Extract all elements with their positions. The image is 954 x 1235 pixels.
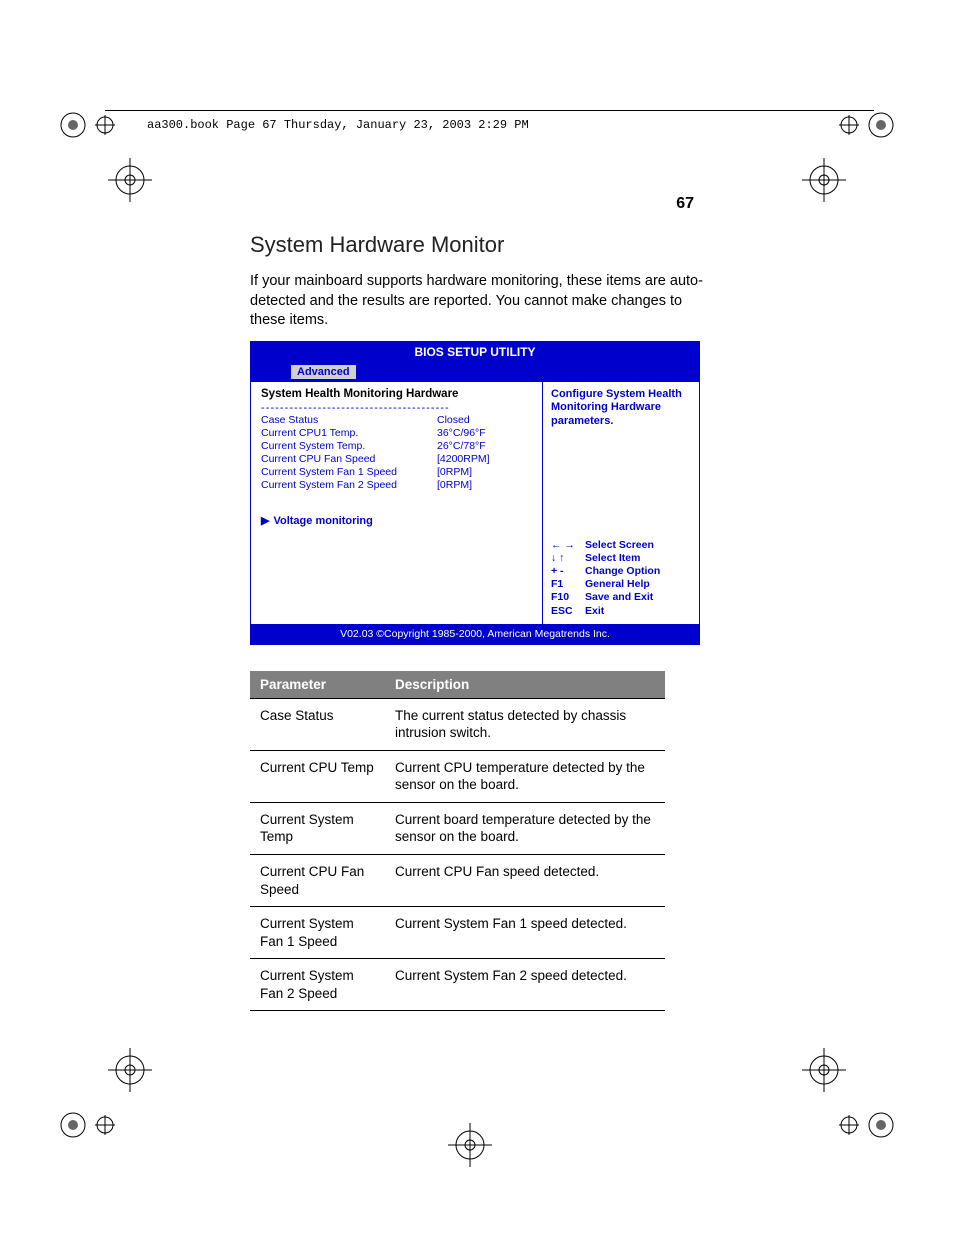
bios-screenshot: BIOS SETUP UTILITY Advanced System Healt… [250,341,700,645]
nav-action: Change Option [585,565,660,578]
page-number: 67 [676,195,694,213]
table-row: Case StatusThe current status detected b… [250,698,665,750]
hw-row: Case StatusClosed [261,414,532,427]
nav-action: General Help [585,578,650,591]
param-cell: Current System Fan 1 Speed [250,907,385,959]
crop-mark-icon [839,1095,899,1155]
register-mark-icon [100,1040,160,1100]
register-mark-icon [794,1040,854,1100]
param-cell: Current System Fan 2 Speed [250,959,385,1011]
register-mark-icon [794,150,854,210]
nav-key: ↓ ↑ [551,552,585,565]
bios-left-panel: System Health Monitoring Hardware - - - … [251,382,543,624]
bios-right-panel: Configure System Health Monitoring Hardw… [543,382,699,624]
param-cell: Case Status [250,698,385,750]
register-mark-icon [100,150,160,210]
nav-action: Select Item [585,552,640,565]
crop-mark-icon [55,1095,115,1155]
nav-key: ESC [551,605,585,618]
nav-action: Save and Exit [585,591,653,604]
hw-label: Current System Fan 2 Speed [261,479,437,492]
hw-value: [0RPM] [437,479,532,492]
desc-cell: Current CPU Fan speed detected. [385,854,665,906]
desc-cell: Current System Fan 1 speed detected. [385,907,665,959]
hw-value: [4200RPM] [437,453,532,466]
hw-value: [0RPM] [437,466,532,479]
hw-row: Current CPU1 Temp.36°C/96°F [261,427,532,440]
bios-panel-title: System Health Monitoring Hardware [261,388,532,400]
parameter-table: Parameter Description Case StatusThe cur… [250,671,665,1012]
table-row: Current System Fan 2 SpeedCurrent System… [250,959,665,1011]
nav-key: ← → [551,539,585,552]
bios-nav-keys: ← →Select Screen ↓ ↑Select Item + -Chang… [551,539,691,618]
section-title: System Hardware Monitor [250,232,710,258]
bios-divider: - - - - - - - - - - - - - - - - - - - - … [261,402,532,414]
header-rule [105,110,874,111]
bios-tab-advanced: Advanced [291,365,356,379]
desc-cell: Current board temperature detected by th… [385,802,665,854]
desc-cell: The current status detected by chassis i… [385,698,665,750]
voltage-monitoring-item: ▶ Voltage monitoring [261,514,532,527]
hw-row: Current System Fan 1 Speed[0RPM] [261,466,532,479]
bios-tab-bar: Advanced [251,362,699,382]
hw-label: Current CPU1 Temp. [261,427,437,440]
hw-value: 36°C/96°F [437,427,532,440]
register-mark-icon [440,1115,500,1175]
table-row: Current CPU Fan SpeedCurrent CPU Fan spe… [250,854,665,906]
nav-action: Select Screen [585,539,654,552]
crop-mark-icon [839,95,899,155]
hw-label: Current System Fan 1 Speed [261,466,437,479]
nav-key: F10 [551,591,585,604]
hw-value: 26°C/78°F [437,440,532,453]
bios-title: BIOS SETUP UTILITY [251,342,699,362]
hw-value: Closed [437,414,532,427]
hw-label: Current CPU Fan Speed [261,453,437,466]
bios-help-text: Configure System Health Monitoring Hardw… [551,388,691,429]
hw-row: Current CPU Fan Speed[4200RPM] [261,453,532,466]
table-header-description: Description [385,671,665,699]
triangle-right-icon: ▶ [261,515,269,527]
table-row: Current CPU TempCurrent CPU temperature … [250,750,665,802]
header-metadata: aa300.book Page 67 Thursday, January 23,… [147,118,529,132]
crop-mark-icon [55,95,115,155]
hw-label: Current System Temp. [261,440,437,453]
table-row: Current System Fan 1 SpeedCurrent System… [250,907,665,959]
table-header-parameter: Parameter [250,671,385,699]
param-cell: Current System Temp [250,802,385,854]
hw-row: Current System Fan 2 Speed[0RPM] [261,479,532,492]
nav-key: + - [551,565,585,578]
hw-row: Current System Temp.26°C/78°F [261,440,532,453]
bios-footer: V02.03 ©Copyright 1985-2000, American Me… [251,624,699,644]
param-cell: Current CPU Temp [250,750,385,802]
nav-action: Exit [585,605,604,618]
desc-cell: Current CPU temperature detected by the … [385,750,665,802]
voltage-label: Voltage monitoring [273,515,372,527]
param-cell: Current CPU Fan Speed [250,854,385,906]
nav-key: F1 [551,578,585,591]
intro-paragraph: If your mainboard supports hardware moni… [250,272,710,331]
desc-cell: Current System Fan 2 speed detected. [385,959,665,1011]
table-row: Current System TempCurrent board tempera… [250,802,665,854]
hw-label: Case Status [261,414,437,427]
